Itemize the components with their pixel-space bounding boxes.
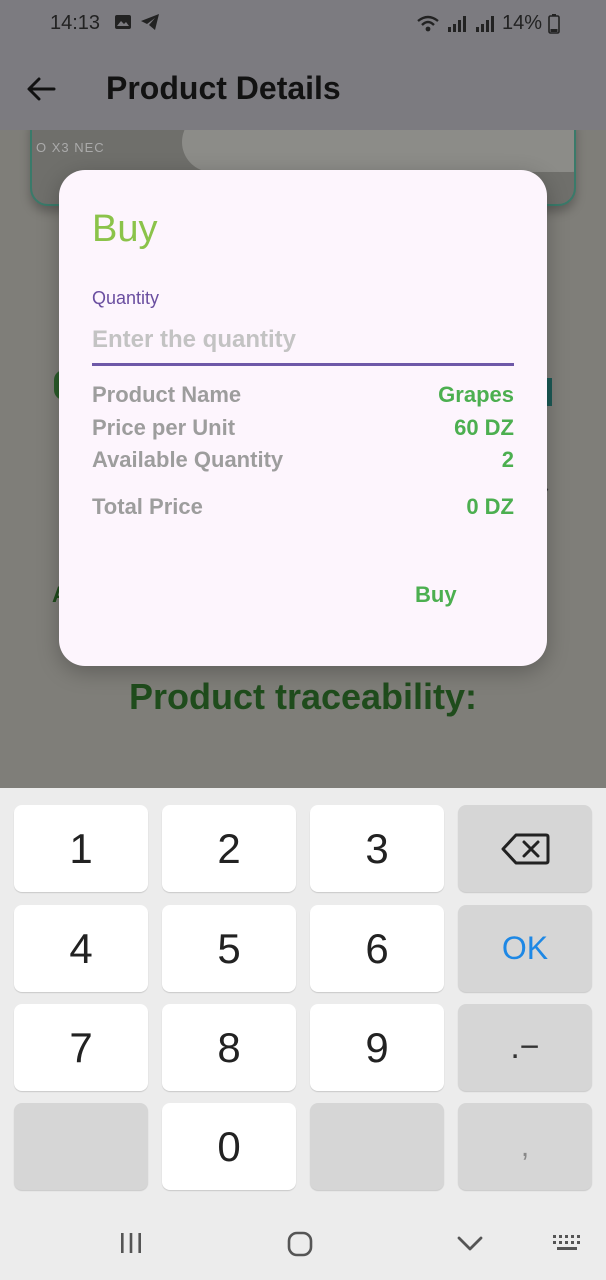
signal-icon <box>475 15 494 32</box>
buy-dialog: Buy Quantity Product Name Grapes Price p… <box>59 170 547 666</box>
product-name-label: Product Name <box>92 382 242 407</box>
key-2[interactable]: 2 <box>162 805 296 892</box>
price-per-unit-row: Price per Unit 60 DZ <box>92 415 514 441</box>
battery-icon <box>548 13 560 34</box>
traceability-title: Product traceability: <box>128 676 478 717</box>
key-3[interactable]: 3 <box>310 805 444 892</box>
product-image-shape <box>182 130 574 172</box>
backspace-key[interactable] <box>458 805 592 892</box>
available-quantity-value: 2 <box>501 447 514 472</box>
navigation-bar <box>0 1204 606 1280</box>
battery-percent: 14% <box>501 12 542 34</box>
key-0[interactable]: 0 <box>162 1103 296 1190</box>
total-price-row: Total Price 0 DZ <box>92 494 514 520</box>
quantity-label: Quantity <box>92 288 160 308</box>
price-per-unit-value: 60 DZ <box>454 415 514 440</box>
telegram-icon <box>141 14 159 30</box>
ok-key[interactable]: OK <box>458 905 592 992</box>
signal-icon <box>447 15 466 32</box>
page-title: Product Details <box>106 70 341 106</box>
image-caption: O X3 NEC <box>36 140 105 155</box>
quantity-input[interactable] <box>92 316 514 366</box>
dialog-title: Buy <box>92 208 158 250</box>
decimal-minus-key[interactable]: .− <box>458 1004 592 1091</box>
app-bar: Product Details <box>0 48 606 130</box>
wifi-icon <box>417 15 439 31</box>
recent-apps-icon[interactable] <box>118 1230 144 1256</box>
total-price-label: Total Price <box>92 494 203 519</box>
key-7[interactable]: 7 <box>14 1004 148 1091</box>
product-name-row: Product Name Grapes <box>92 382 514 408</box>
notification-icons <box>114 13 160 31</box>
keyboard-icon[interactable] <box>552 1230 582 1256</box>
empty-key <box>14 1103 148 1190</box>
status-time: 14:13 <box>50 12 101 34</box>
status-bar: 14:13 14% <box>0 0 606 48</box>
backspace-icon <box>501 833 550 864</box>
key-9[interactable]: 9 <box>310 1004 444 1091</box>
image-icon <box>115 15 131 29</box>
status-right: 14% <box>416 12 560 35</box>
available-quantity-label: Available Quantity <box>92 447 284 472</box>
empty-key <box>310 1103 444 1190</box>
arrow-left-icon[interactable] <box>26 76 56 102</box>
key-8[interactable]: 8 <box>162 1004 296 1091</box>
home-icon[interactable] <box>286 1230 314 1258</box>
available-quantity-row: Available Quantity 2 <box>92 447 514 473</box>
product-name-value: Grapes <box>438 382 514 407</box>
key-6[interactable]: 6 <box>310 905 444 992</box>
key-4[interactable]: 4 <box>14 905 148 992</box>
back-chevron-icon[interactable] <box>456 1230 484 1256</box>
key-1[interactable]: 1 <box>14 805 148 892</box>
total-price-value: 0 DZ <box>466 494 514 519</box>
numeric-keyboard: 1 2 3 4 5 6 OK 7 8 9 .− 0 , <box>0 788 606 1204</box>
key-5[interactable]: 5 <box>162 905 296 992</box>
price-per-unit-label: Price per Unit <box>92 415 236 440</box>
buy-button[interactable]: Buy <box>407 578 465 612</box>
comma-key[interactable]: , <box>458 1103 592 1190</box>
